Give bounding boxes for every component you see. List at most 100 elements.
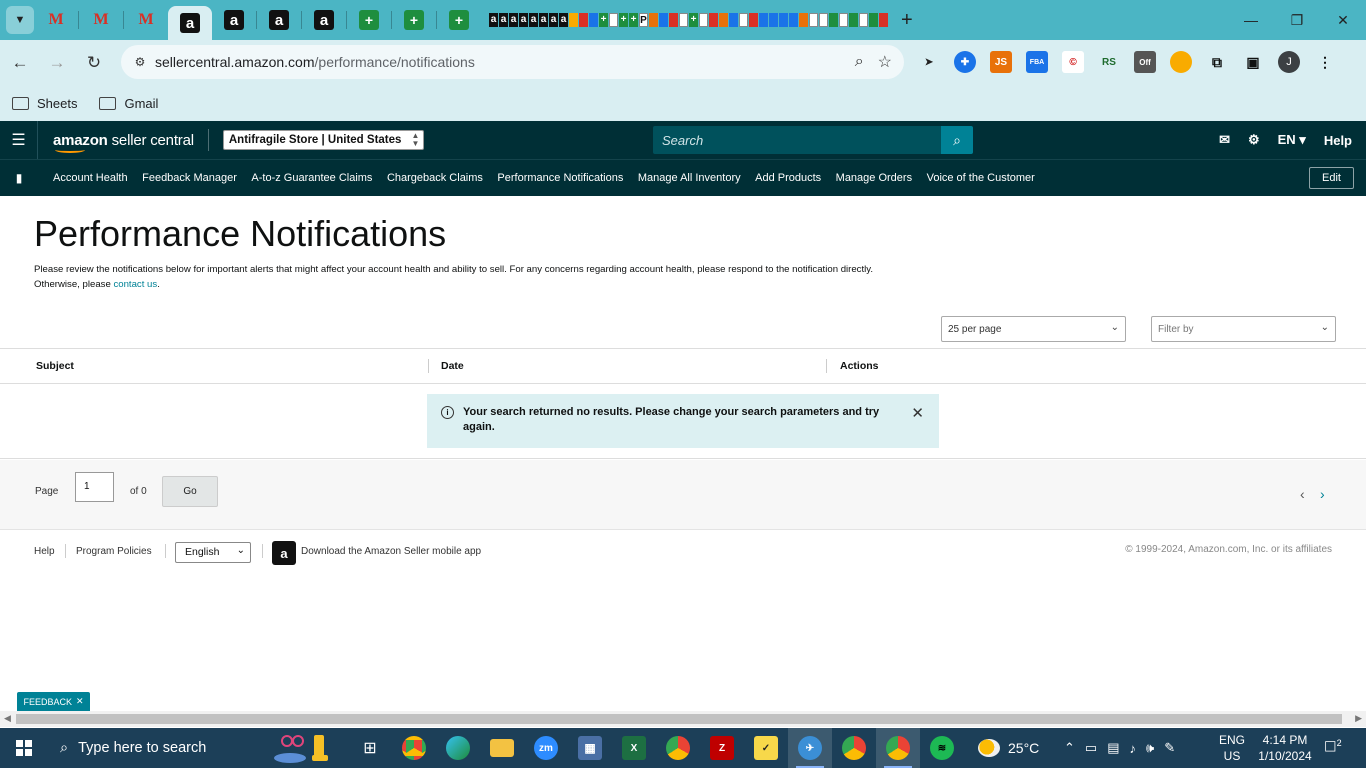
sheets-tab-icon[interactable]: + (404, 10, 424, 30)
zoom-taskbar-icon[interactable]: zm (524, 728, 568, 768)
nav-performance-notifications[interactable]: Performance Notifications (497, 172, 623, 184)
gmail-tab-icon[interactable]: M (136, 10, 156, 30)
extension-icon[interactable]: ✚ (954, 51, 976, 73)
battery-icon[interactable]: ▭ (1085, 740, 1097, 756)
network-icon[interactable]: ▤ (1107, 740, 1119, 756)
filezilla-icon[interactable]: Z (700, 728, 744, 768)
chrome-taskbar-icon[interactable] (392, 728, 436, 768)
close-window-icon[interactable]: ✕ (1320, 0, 1366, 40)
chevron-up-icon[interactable]: ⌃ (1064, 740, 1075, 756)
per-page-dropdown[interactable]: 25 per page ⌄ (941, 316, 1126, 342)
extension-icon[interactable] (1170, 51, 1192, 73)
close-icon[interactable]: ✕ (911, 404, 924, 422)
extension-rs-icon[interactable]: RS (1098, 51, 1120, 73)
calculator-icon[interactable]: ▦ (568, 728, 612, 768)
help-link[interactable]: Help (1324, 133, 1352, 148)
taskbar-search-box[interactable]: ⌕ Type here to search (48, 728, 260, 768)
chevron-left-icon[interactable]: ‹ (1300, 486, 1305, 502)
microphone-icon[interactable]: ♪ (1130, 741, 1137, 756)
restore-icon[interactable]: ❐ (1274, 0, 1320, 40)
feedback-button[interactable]: FEEDBACK ✕ (17, 692, 90, 711)
nav-a-to-z-claims[interactable]: A-to-z Guarantee Claims (251, 172, 372, 184)
scroll-right-icon[interactable]: ▶ (1355, 713, 1362, 724)
sheets-tab-icon[interactable]: + (449, 10, 469, 30)
nav-manage-inventory[interactable]: Manage All Inventory (638, 172, 741, 184)
extension-fba-icon[interactable]: FBA (1026, 51, 1048, 73)
extension-icon[interactable]: © (1062, 51, 1084, 73)
page-number-input[interactable]: 1 (75, 472, 114, 502)
windows-start-icon[interactable] (0, 728, 48, 768)
taskbar-clock[interactable]: 4:14 PM 1/10/2024 (1253, 732, 1317, 764)
horizontal-scrollbar[interactable]: ◀ ▶ (0, 711, 1366, 727)
task-view-icon[interactable]: ⊞ (348, 728, 392, 768)
extension-icon[interactable]: ➤ (918, 51, 940, 73)
close-icon[interactable]: ✕ (76, 696, 84, 707)
store-selector[interactable]: Antifragile Store | United States ▲ ▼ (222, 130, 425, 150)
gmail-tab-icon[interactable]: M (91, 10, 111, 30)
scroll-thumb[interactable] (16, 714, 1342, 724)
pinned-tab-icons[interactable]: aaaaaaaa + + + P + (489, 13, 889, 27)
spotify-icon[interactable]: ≋ (920, 728, 964, 768)
amazon-tab-icon[interactable]: a (314, 10, 334, 30)
scroll-left-icon[interactable]: ◀ (4, 713, 11, 724)
nav-manage-orders[interactable]: Manage Orders (836, 172, 912, 184)
back-arrow-icon[interactable]: ← (3, 46, 37, 80)
nav-chargeback-claims[interactable]: Chargeback Claims (387, 172, 483, 184)
program-policies-link[interactable]: Program Policies (76, 546, 152, 557)
language-selector[interactable]: EN ▾ (1278, 132, 1306, 148)
chevron-right-icon[interactable]: › (1320, 486, 1325, 502)
column-date[interactable]: Date (441, 360, 464, 372)
gmail-tab-icon[interactable]: M (46, 10, 66, 30)
extension-off-icon[interactable]: Off (1134, 51, 1156, 73)
site-settings-icon[interactable]: ⚙ (125, 55, 155, 69)
nav-account-health[interactable]: Account Health (53, 172, 128, 184)
bookmark-icon[interactable]: ▮ (0, 171, 38, 185)
side-panel-icon[interactable]: ▣ (1242, 51, 1264, 73)
sticky-notes-icon[interactable]: ✓ (744, 728, 788, 768)
sheets-tab-icon[interactable]: + (359, 10, 379, 30)
gear-icon[interactable]: ⚙ (1248, 132, 1260, 148)
input-language[interactable]: ENG US (1219, 732, 1245, 764)
browser-menu-icon[interactable]: ⋮ (1314, 51, 1336, 73)
amazon-tab-icon[interactable]: a (224, 10, 244, 30)
edge-taskbar-icon[interactable] (436, 728, 480, 768)
amazon-tab-icon[interactable]: a (269, 10, 289, 30)
nav-voice-of-customer[interactable]: Voice of the Customer (927, 172, 1035, 184)
chrome-taskbar-icon-2[interactable] (832, 728, 876, 768)
footer-help-link[interactable]: Help (34, 546, 55, 557)
search-icon[interactable]: ⌕ (941, 126, 973, 154)
download-app-link[interactable]: Download the Amazon Seller mobile app (301, 546, 481, 557)
edit-nav-button[interactable]: Edit (1309, 167, 1354, 189)
extensions-puzzle-icon[interactable]: ⧉ (1206, 51, 1228, 73)
new-tab-button[interactable]: + (901, 9, 913, 32)
profile-avatar[interactable]: J (1278, 51, 1300, 73)
extension-js-icon[interactable]: JS (990, 51, 1012, 73)
url-text[interactable]: sellercentral.amazon.com/performance/not… (155, 54, 475, 70)
seller-central-logo[interactable]: amazon seller central (53, 132, 194, 153)
minimize-icon[interactable]: — (1228, 0, 1274, 40)
bookmark-star-icon[interactable]: ☆ (878, 52, 892, 72)
go-button[interactable]: Go (162, 476, 218, 507)
filter-dropdown[interactable]: Filter by ⌄ (1151, 316, 1336, 342)
address-bar[interactable]: ⚙ sellercentral.amazon.com/performance/n… (121, 45, 904, 79)
excel-taskbar-icon[interactable]: X (612, 728, 656, 768)
volume-icon[interactable]: 🕪 (1146, 740, 1154, 756)
tab-search-button[interactable]: ▼ (6, 6, 34, 34)
bookmark-folder-gmail[interactable]: Gmail (99, 96, 158, 111)
hamburger-menu-icon[interactable]: ☰ (0, 121, 38, 159)
nav-add-products[interactable]: Add Products (755, 172, 821, 184)
chrome-profile-icon[interactable] (656, 728, 700, 768)
amazon-app-icon[interactable]: a (272, 541, 296, 565)
zoom-icon[interactable]: ⌕ (855, 53, 864, 71)
search-highlight-icon[interactable] (268, 731, 348, 765)
active-tab[interactable]: a (168, 6, 212, 40)
notification-center-icon[interactable]: ☐2 (1324, 738, 1342, 756)
weather-widget[interactable]: 25°C (978, 728, 1039, 768)
app-taskbar-icon[interactable]: ✈ (788, 728, 832, 768)
reload-icon[interactable]: ↻ (77, 46, 111, 80)
forward-arrow-icon[interactable]: → (40, 46, 74, 80)
nav-feedback-manager[interactable]: Feedback Manager (142, 172, 237, 184)
column-subject[interactable]: Subject (36, 360, 74, 372)
mail-icon[interactable]: ✉ (1219, 132, 1230, 148)
chrome-active-icon[interactable] (876, 728, 920, 768)
